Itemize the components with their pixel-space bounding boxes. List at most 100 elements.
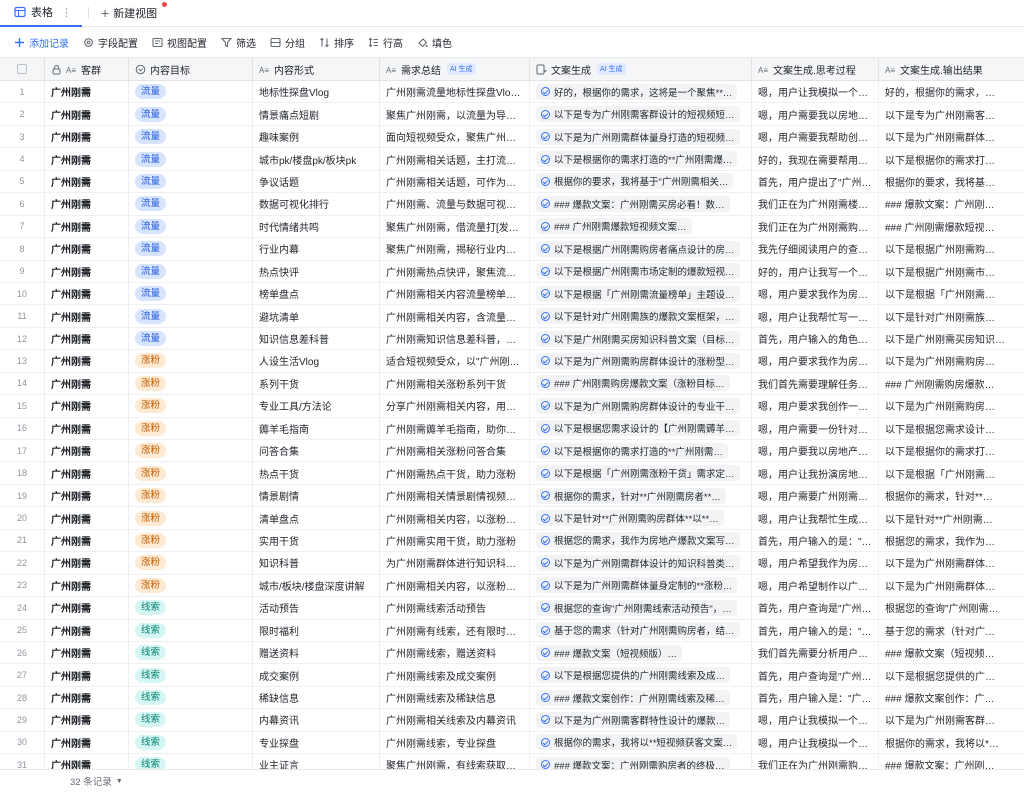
cell-content-format[interactable]: 行业内幕 — [253, 238, 380, 260]
cell-customer-group[interactable]: 广州刚需 — [45, 664, 129, 686]
cell-customer-group[interactable]: 广州刚需 — [45, 462, 129, 484]
cell-content-format[interactable]: 稀缺信息 — [253, 686, 380, 709]
cell-thinking-process[interactable]: 嗯，用户让我模拟一个… — [752, 709, 879, 731]
cell-customer-group[interactable]: 广州刚需 — [45, 709, 129, 731]
cell-requirement-summary[interactable]: 广州刚需有线索，还有限时福… — [380, 619, 530, 641]
cell-copy-generation[interactable]: ### 广州刚需购房爆款文案（涨粉目标… — [530, 372, 752, 395]
cell-thinking-process[interactable]: 首先，用户输入的角色… — [752, 327, 879, 350]
cell-content-goal[interactable]: 涨粉 — [129, 372, 253, 395]
table-row[interactable]: 14 广州刚需 涨粉 系列干货 广州刚需相关涨粉系列干货 ### 广州刚需购房爆款文案（涨… — [0, 372, 1024, 396]
cell-copy-generation[interactable]: 以下是为广州刚需购房群体设计的专业干… — [530, 395, 752, 417]
cell-output-result[interactable]: 以下是根据你的需求打… — [879, 440, 1024, 461]
cell-thinking-process[interactable]: 首先，用户输入的是："… — [752, 619, 879, 641]
cell-thinking-process[interactable]: 嗯，用户让我帮忙写一… — [752, 305, 879, 327]
table-row[interactable]: 6 广州刚需 流量 数据可视化排行 广州刚需、流量与数据可视化… ### 爆款文案：广州刚… — [0, 193, 1024, 216]
cell-content-goal[interactable]: 涨粉 — [129, 440, 253, 462]
table-row[interactable]: 17 广州刚需 涨粉 问答合集 广州刚需相关涨粉问答合集 以下是根据你的需求打造的**广州… — [0, 440, 1024, 463]
cell-content-format[interactable]: 专业工具/方法论 — [253, 395, 380, 417]
cell-content-goal[interactable]: 流量 — [129, 260, 253, 282]
new-view-button[interactable]: + 新建视图 — [95, 2, 168, 21]
cell-requirement-summary[interactable]: 面向短视频受众，聚焦广州刚… — [380, 125, 530, 148]
cell-copy-generation[interactable]: 根据你的需求，我将以**短视频获客文案… — [530, 731, 752, 754]
cell-copy-generation[interactable]: ### 爆款文案创作：广州刚需线索及稀… — [530, 686, 752, 709]
cell-content-goal[interactable]: 涨粉 — [129, 484, 253, 507]
cell-content-goal[interactable]: 线索 — [129, 754, 253, 769]
cell-content-format[interactable]: 知识科普 — [253, 552, 380, 574]
table-row[interactable]: 26 广州刚需 线索 赠送资料 广州刚需线索，赠送资料 ### 爆款文案（短视频版）… 我们… — [0, 641, 1024, 665]
cell-requirement-summary[interactable]: 广州刚需相关内容流量榜单盘… — [380, 282, 530, 305]
cell-output-result[interactable]: ### 爆款文案创作：广… — [879, 687, 1024, 708]
cell-customer-group[interactable]: 广州刚需 — [45, 282, 129, 305]
cell-content-goal[interactable]: 线索 — [129, 619, 253, 641]
cell-output-result[interactable]: 以下是根据广州刚需购… — [879, 238, 1024, 259]
cell-requirement-summary[interactable]: 聚焦广州刚需，借流量打[发时… — [380, 215, 530, 238]
cell-content-format[interactable]: 避坑清单 — [253, 305, 380, 327]
cell-content-goal[interactable]: 涨粉 — [129, 507, 253, 529]
cell-thinking-process[interactable]: 我们正在为广州刚需购… — [752, 215, 879, 238]
cell-copy-generation[interactable]: 以下是根据您需求设计的【广州刚需薅羊… — [530, 417, 752, 439]
cell-output-result[interactable]: ### 爆款文案：广州刚… — [879, 754, 1024, 769]
column-header-requirement-summary[interactable]: A≡ 需求总结 AI 生成 — [380, 58, 530, 80]
cell-customer-group[interactable]: 广州刚需 — [45, 350, 129, 372]
cell-copy-generation[interactable]: 以下是专为广州刚需客群设计的短视频短… — [530, 103, 752, 125]
cell-output-result[interactable]: 以下是为广州刚需客群… — [879, 709, 1024, 730]
cell-requirement-summary[interactable]: 广州刚需相关内容，含流量信… — [380, 305, 530, 327]
cell-thinking-process[interactable]: 首先，用户输入的是："… — [752, 529, 879, 552]
cell-content-goal[interactable]: 线索 — [129, 597, 253, 619]
cell-output-result[interactable]: 以下是为广州刚需群体… — [879, 126, 1024, 147]
table-row[interactable]: 13 广州刚需 涨粉 人设生活Vlog 适合短视频受众，以"广州刚… 以下是为广州刚需购房… — [0, 350, 1024, 373]
cell-thinking-process[interactable]: 好的，我现在需要帮用… — [752, 148, 879, 170]
cell-thinking-process[interactable]: 我先仔细阅读用户的查… — [752, 238, 879, 260]
table-row[interactable]: 5 广州刚需 流量 争议话题 广州刚需相关话题，可作为吸… 根据你的要求，我将基于"广州刚… — [0, 170, 1024, 194]
cell-thinking-process[interactable]: 我们正在为广州刚需楼… — [752, 193, 879, 215]
cell-content-format[interactable]: 热点快评 — [253, 260, 380, 282]
cell-content-format[interactable]: 城市/板块/楼盘深度讲解 — [253, 574, 380, 597]
cell-copy-generation[interactable]: 以下是针对广州刚需族的爆款文案框架，… — [530, 305, 752, 327]
cell-thinking-process[interactable]: 嗯，用户希望我作为房… — [752, 552, 879, 574]
row-height-button[interactable]: 行高 — [368, 35, 403, 50]
cell-content-format[interactable]: 业主证言 — [253, 754, 380, 769]
filter-button[interactable]: 筛选 — [221, 35, 256, 50]
cell-copy-generation[interactable]: 以下是为广州刚需购房群体设计的涨粉型… — [530, 350, 752, 372]
cell-content-goal[interactable]: 流量 — [129, 103, 253, 125]
cell-content-goal[interactable]: 线索 — [129, 686, 253, 709]
cell-output-result[interactable]: 以下是根据你的需求打… — [879, 148, 1024, 169]
column-header-content-format[interactable]: A≡ 内容形式 — [253, 58, 380, 80]
cell-copy-generation[interactable]: ### 爆款文案：广州刚需买房必看！数… — [530, 193, 752, 215]
cell-content-goal[interactable]: 涨粉 — [129, 395, 253, 417]
cell-content-format[interactable]: 时代情绪共鸣 — [253, 215, 380, 238]
cell-copy-generation[interactable]: 以下是根据「广州刚需涨粉干货」需求定… — [530, 462, 752, 484]
cell-content-goal[interactable]: 涨粉 — [129, 574, 253, 597]
cell-output-result[interactable]: 根据您的需求，我作为… — [879, 530, 1024, 551]
cell-output-result[interactable]: ### 广州刚需购房爆款… — [879, 373, 1024, 394]
cell-copy-generation[interactable]: 根据您的需求，我作为房地产爆款文案写… — [530, 529, 752, 552]
cell-content-goal[interactable]: 线索 — [129, 664, 253, 686]
cell-requirement-summary[interactable]: 广州刚需实用干货，助力涨粉 — [380, 529, 530, 552]
cell-content-format[interactable]: 系列干货 — [253, 372, 380, 395]
cell-content-goal[interactable]: 流量 — [129, 148, 253, 170]
cell-content-goal[interactable]: 线索 — [129, 641, 253, 664]
cell-output-result[interactable]: 以下是为广州刚需购房… — [879, 350, 1024, 371]
cell-customer-group[interactable]: 广州刚需 — [45, 597, 129, 619]
cell-content-goal[interactable]: 流量 — [129, 193, 253, 215]
cell-customer-group[interactable]: 广州刚需 — [45, 238, 129, 260]
cell-copy-generation[interactable]: ### 广州刚需爆款短视频文案… — [530, 215, 752, 238]
cell-content-format[interactable]: 情景剧情 — [253, 484, 380, 507]
cell-output-result[interactable]: 根据你的要求，我将基… — [879, 171, 1024, 192]
cell-output-result[interactable]: 以下是专为广州刚需客… — [879, 103, 1024, 124]
cell-requirement-summary[interactable]: 广州刚需薅羊毛指南，助你涨… — [380, 417, 530, 439]
cell-content-goal[interactable]: 线索 — [129, 731, 253, 754]
table-row[interactable]: 23 广州刚需 涨粉 城市/板块/楼盘深度讲解 广州刚需相关内容，以涨粉为… 以下是为广州… — [0, 574, 1024, 598]
cell-copy-generation[interactable]: 好的，根据你的需求，这将是一个聚焦**… — [530, 81, 752, 103]
table-row[interactable]: 7 广州刚需 流量 时代情绪共鸣 聚焦广州刚需，借流量打[发时… ### 广州刚需爆款短视… — [0, 215, 1024, 239]
cell-customer-group[interactable]: 广州刚需 — [45, 395, 129, 417]
cell-thinking-process[interactable]: 好的，用户让我写一个… — [752, 260, 879, 282]
cell-content-format[interactable]: 专业探盘 — [253, 731, 380, 754]
cell-copy-generation[interactable]: 以下是根据你的需求打造的**广州刚需爆… — [530, 148, 752, 170]
table-row[interactable]: 20 广州刚需 涨粉 清单盘点 广州刚需相关内容，以涨粉为… 以下是针对**广州刚需购房群… — [0, 507, 1024, 530]
cell-copy-generation[interactable]: ### 爆款文案：广州刚需购房者的终极… — [530, 754, 752, 769]
cell-content-goal[interactable]: 流量 — [129, 305, 253, 327]
cell-content-format[interactable]: 趣味案例 — [253, 125, 380, 148]
group-button[interactable]: 分组 — [270, 35, 305, 50]
cell-content-goal[interactable]: 流量 — [129, 215, 253, 238]
